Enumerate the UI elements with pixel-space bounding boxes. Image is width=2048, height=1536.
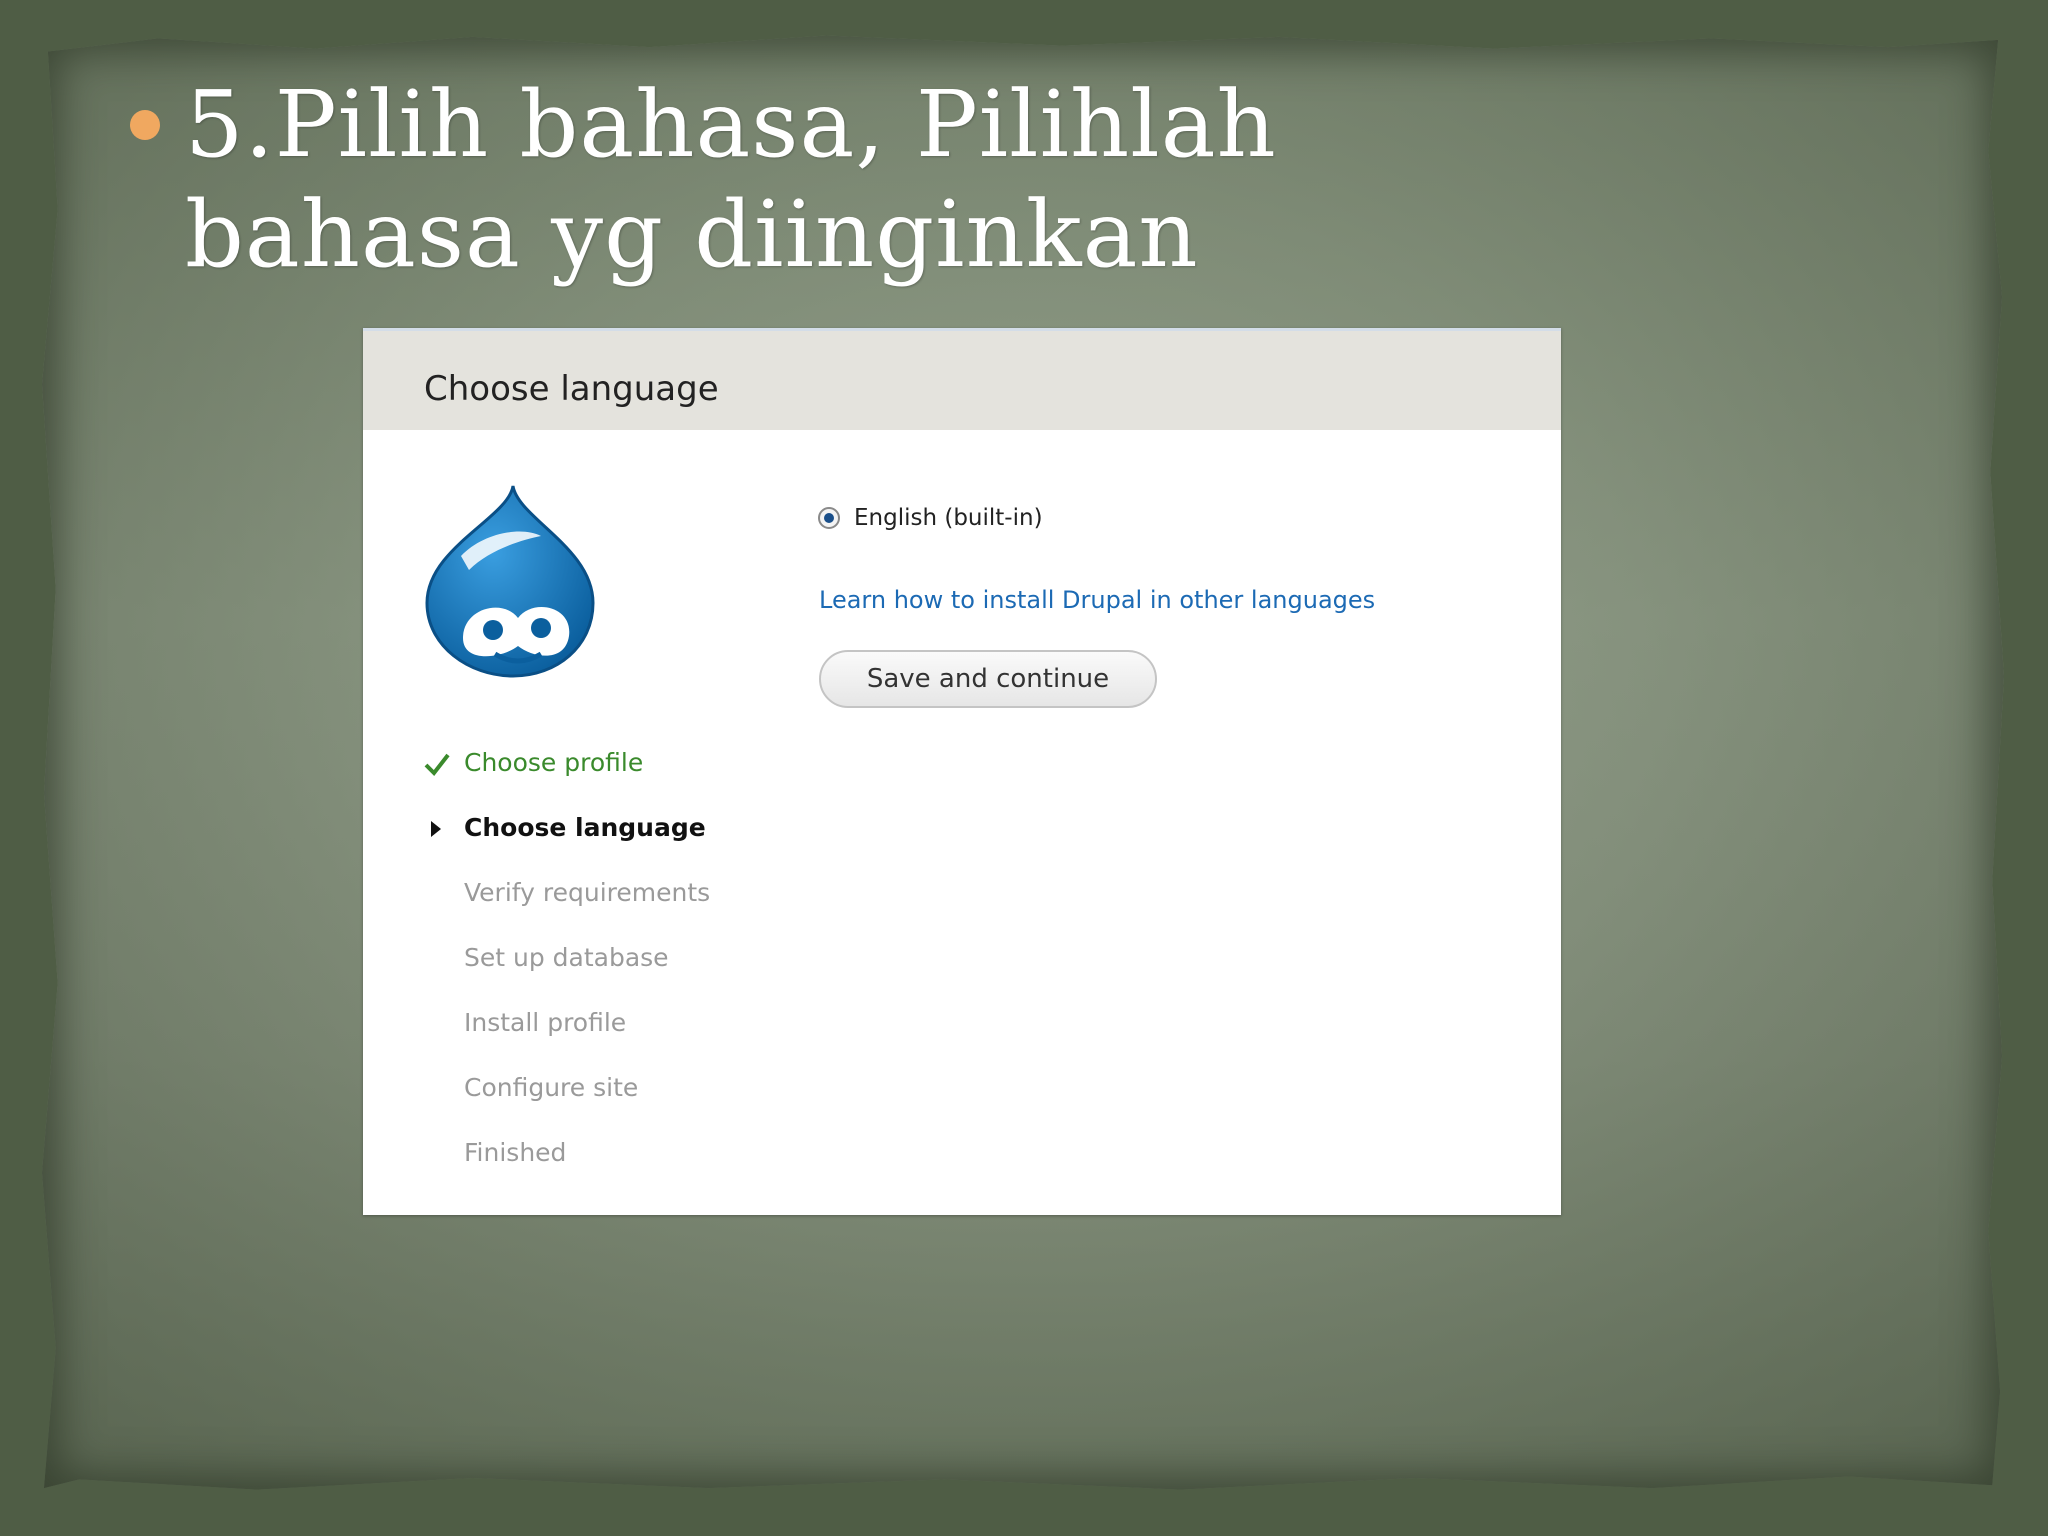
- step-install-profile: Install profile: [423, 1008, 710, 1073]
- language-radio[interactable]: [818, 507, 840, 529]
- page-title: Choose language: [424, 369, 719, 409]
- learn-languages-link[interactable]: Learn how to install Drupal in other lan…: [819, 586, 1375, 614]
- step-label: Choose profile: [464, 748, 644, 777]
- step-label: Set up database: [464, 943, 669, 972]
- triangle-right-icon: [431, 821, 441, 837]
- installer-header: Choose language: [363, 328, 1561, 430]
- checkmark-icon: [424, 753, 450, 777]
- language-option-english[interactable]: English (built-in): [818, 505, 1043, 531]
- step-label: Configure site: [464, 1073, 639, 1102]
- step-finished: Finished: [423, 1138, 710, 1203]
- drupal-logo-icon: [425, 485, 595, 678]
- step-verify-requirements: Verify requirements: [423, 878, 710, 943]
- save-and-continue-button[interactable]: Save and continue: [819, 650, 1157, 708]
- install-steps-list: Choose profile Choose language Verify re…: [423, 748, 710, 1203]
- step-label: Verify requirements: [464, 878, 711, 907]
- slide-title: 5.Pilih bahasa, Pilihlah bahasa yg diing…: [185, 71, 1277, 288]
- installer-screenshot: Choose language Choose profile Choose la…: [363, 328, 1561, 1215]
- bullet-icon: [130, 110, 160, 140]
- step-choose-language: Choose language: [423, 813, 710, 878]
- step-set-up-database: Set up database: [423, 943, 710, 1008]
- language-option-label: English (built-in): [854, 505, 1043, 531]
- step-choose-profile: Choose profile: [423, 748, 710, 813]
- step-label: Install profile: [464, 1008, 627, 1037]
- step-label: Choose language: [464, 813, 706, 842]
- step-label: Finished: [464, 1138, 567, 1167]
- step-configure-site: Configure site: [423, 1073, 710, 1138]
